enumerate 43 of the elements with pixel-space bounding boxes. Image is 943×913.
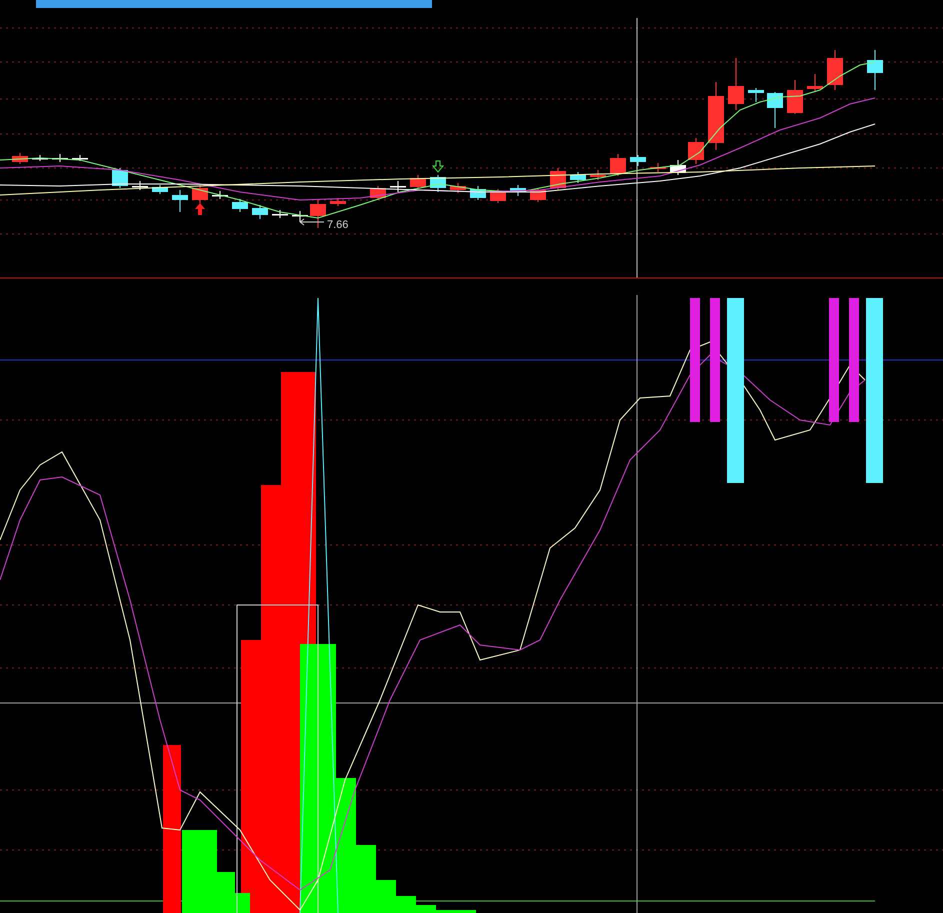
candlestick [52, 154, 68, 162]
candlestick [232, 198, 248, 212]
candlestick [490, 188, 506, 204]
candlestick [390, 180, 406, 192]
down-arrow-icon [432, 160, 444, 173]
pointer-arrow [300, 218, 324, 226]
candlestick [12, 152, 28, 164]
candlestick [570, 172, 586, 184]
candlestick [430, 174, 446, 192]
candlestick [72, 154, 88, 162]
candlestick [767, 92, 783, 128]
candlestick [728, 58, 744, 110]
candlestick [212, 190, 228, 200]
candlestick [530, 188, 546, 202]
candlestick [292, 210, 308, 222]
candlestick [827, 50, 843, 90]
candlestick [708, 82, 724, 150]
candlestick [252, 204, 268, 220]
candlestick [867, 50, 883, 90]
candlestick [510, 184, 526, 196]
candlestick [370, 186, 386, 200]
candlestick [410, 174, 426, 190]
candlestick [670, 160, 686, 176]
candlestick [132, 180, 148, 190]
candlestick [272, 210, 288, 218]
candlestick [330, 198, 346, 206]
candlestick [630, 154, 646, 166]
candlestick [650, 162, 666, 172]
candlestick [192, 184, 208, 204]
candlestick [787, 80, 803, 114]
candlestick [32, 154, 48, 162]
candlestick [172, 190, 188, 212]
candlestick [807, 74, 823, 92]
candlestick [450, 182, 466, 194]
candlestick [590, 170, 606, 180]
candlestick [748, 88, 764, 102]
candlestick [470, 186, 486, 200]
up-arrow-icon [195, 203, 205, 215]
candlestick [610, 154, 626, 176]
low-price-label: 7.66 [327, 219, 348, 231]
candlestick [310, 200, 326, 228]
candlestick [152, 184, 168, 194]
candlestick [688, 138, 704, 164]
